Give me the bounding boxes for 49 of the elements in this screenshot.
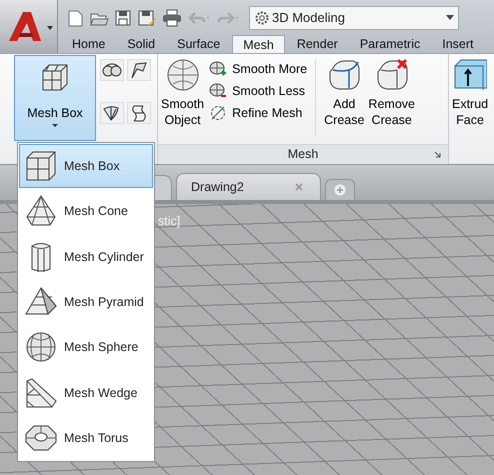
ribbon-tab[interactable]: Surface <box>167 35 230 53</box>
ribbon-tab[interactable]: Insert <box>432 35 484 53</box>
smooth-more-icon <box>209 61 228 77</box>
crease-button[interactable]: Add Crease <box>322 54 366 128</box>
ribbon-tab[interactable]: Home <box>62 35 116 53</box>
document-tab[interactable]: Drawing2 <box>176 173 321 200</box>
dialog-launcher-icon[interactable] <box>434 151 442 159</box>
menu-item[interactable]: Mesh Cylinder <box>19 234 153 279</box>
ribbon-small-button[interactable]: Smooth Less <box>207 83 310 99</box>
refine-mesh-icon <box>209 105 228 121</box>
ribbon-tab[interactable]: Mesh <box>232 35 285 53</box>
smooth-less-icon <box>209 83 228 99</box>
sphere-icon <box>24 331 58 364</box>
mesh-box-icon <box>24 150 58 182</box>
application-menu-button[interactable] <box>0 0 58 53</box>
ribbon-tab[interactable]: Render <box>286 35 348 53</box>
surface-patch-icon[interactable] <box>127 59 151 81</box>
new-tab-button[interactable] <box>324 179 355 200</box>
ribbon-tab[interactable]: Solid <box>117 35 166 53</box>
ribbon-small-button[interactable]: Refine Mesh <box>207 105 310 121</box>
smooth-object-button[interactable]: Smooth Object <box>158 54 208 128</box>
wedge-icon <box>24 376 58 409</box>
new-file-icon[interactable] <box>66 8 84 26</box>
menu-item[interactable]: Mesh Box <box>19 144 153 188</box>
crease-cube-icon <box>327 58 362 92</box>
save-as-icon[interactable] <box>137 8 157 26</box>
cube-arrow-icon <box>453 58 488 92</box>
menu-item[interactable]: Mesh Torus <box>19 416 153 460</box>
loop-mesh-icon[interactable] <box>100 59 124 81</box>
ribbon-tab[interactable]: Parametric <box>350 35 430 53</box>
ruled-mesh-icon[interactable] <box>127 102 151 124</box>
crease-button[interactable]: Remove Crease <box>366 54 417 128</box>
plus-icon <box>334 184 346 196</box>
pyramid-icon <box>24 286 58 318</box>
print-icon[interactable] <box>162 8 182 26</box>
panel-title: Mesh <box>288 147 318 161</box>
gear-icon <box>254 10 270 26</box>
menu-item[interactable]: Mesh Pyramid <box>19 280 153 324</box>
workspace-dropdown[interactable]: 3D Modeling <box>249 6 459 30</box>
crease-remove-icon <box>374 58 409 92</box>
menu-item[interactable]: Mesh Wedge <box>19 370 153 415</box>
menu-item[interactable]: Mesh Sphere <box>19 325 153 370</box>
mesh-box-split-button[interactable]: Mesh Box <box>14 55 96 141</box>
extrude-face-button[interactable]: Extrud Face <box>449 54 492 128</box>
fan-mesh-icon[interactable] <box>100 102 124 124</box>
save-icon[interactable] <box>114 8 132 26</box>
cone-icon <box>24 195 58 228</box>
ribbon-small-button[interactable]: Smooth More <box>207 61 310 77</box>
smooth-sphere-icon <box>164 58 201 92</box>
